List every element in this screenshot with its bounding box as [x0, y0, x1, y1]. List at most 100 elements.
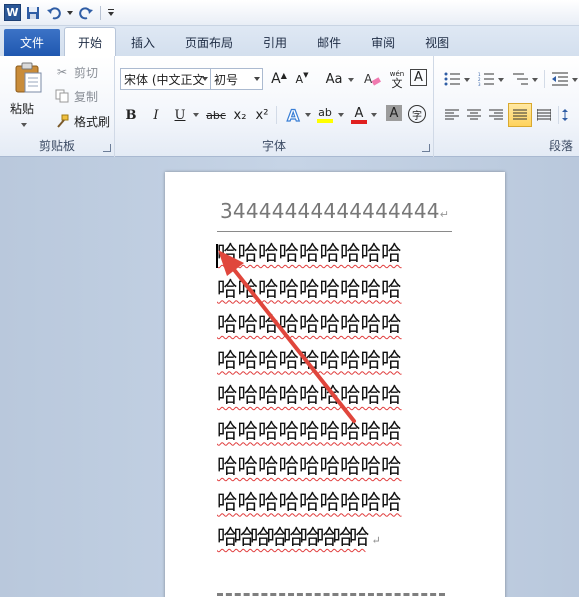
strikethrough-button[interactable]: abc: [203, 105, 229, 125]
decrease-indent-dropdown-icon[interactable]: [572, 78, 578, 82]
italic-icon: I: [153, 107, 159, 123]
text-line[interactable]: 哈哈哈哈哈哈哈哈哈: [217, 378, 457, 414]
text-line[interactable]: 哈哈哈哈哈哈哈哈哈: [217, 307, 457, 343]
text-effects-dropdown-icon[interactable]: [305, 113, 311, 117]
tab-review[interactable]: 审阅: [356, 29, 410, 56]
tab-mailings[interactable]: 邮件: [302, 29, 356, 56]
highlight-button[interactable]: ab: [314, 105, 336, 125]
numbering-dropdown-icon[interactable]: [498, 78, 504, 82]
tab-file[interactable]: 文件: [4, 29, 60, 56]
change-case-button[interactable]: Aa: [322, 69, 346, 89]
font-name-dropdown-icon[interactable]: [202, 77, 208, 81]
align-left-icon: [445, 109, 459, 120]
italic-button[interactable]: I: [146, 105, 166, 125]
multilevel-list-dropdown-icon[interactable]: [532, 78, 538, 82]
tab-references[interactable]: 引用: [248, 29, 302, 56]
align-center-button[interactable]: [464, 105, 484, 125]
line-spacing-icon: [562, 109, 568, 121]
enclose-characters-button[interactable]: 字: [408, 105, 426, 123]
phonetic-guide-button[interactable]: wén 文: [387, 69, 407, 89]
format-painter-button[interactable]: 格式刷: [54, 111, 110, 131]
font-size-dropdown-icon[interactable]: [254, 77, 260, 81]
align-right-icon: [489, 109, 503, 120]
character-shading-button[interactable]: A: [386, 105, 402, 121]
font-name-combo[interactable]: 宋体 (中文正文: [120, 68, 211, 90]
decrease-indent-button[interactable]: [550, 69, 570, 89]
font-group-label: 字体: [261, 139, 286, 153]
change-case-dropdown-icon[interactable]: [348, 78, 354, 82]
grow-font-icon: A: [271, 71, 281, 87]
character-border-button[interactable]: A: [410, 69, 427, 86]
clear-formatting-button[interactable]: A: [362, 69, 382, 89]
enclose-characters-icon: 字: [412, 110, 422, 122]
document-page[interactable]: 34444444444444444↵ 哈哈哈哈哈哈哈哈哈 哈哈哈哈哈哈哈哈哈 哈…: [165, 172, 505, 597]
font-size-combo[interactable]: 初号: [211, 68, 263, 90]
last-line-text: 哈哈哈哈哈哈哈哈哈: [217, 525, 369, 549]
text-line[interactable]: 哈哈哈哈哈哈哈哈哈: [217, 343, 457, 379]
font-row-separator: [276, 106, 277, 124]
svg-text:3: 3: [478, 82, 481, 86]
font-color-button[interactable]: A: [349, 105, 369, 125]
document-heading[interactable]: 34444444444444444↵: [220, 199, 449, 223]
paste-icon: [15, 62, 42, 93]
change-case-icon: Aa: [325, 71, 343, 87]
paste-dropdown-icon[interactable]: [21, 123, 27, 127]
highlight-dropdown-icon[interactable]: [338, 113, 344, 117]
next-page-content-cutoff: [217, 593, 445, 597]
customize-qat-icon[interactable]: [106, 4, 116, 22]
undo-dropdown-icon[interactable]: [66, 4, 74, 22]
bullets-dropdown-icon[interactable]: [464, 78, 470, 82]
underline-dropdown-icon[interactable]: [193, 113, 199, 117]
redo-icon[interactable]: [77, 4, 95, 22]
align-right-button[interactable]: [486, 105, 506, 125]
text-effects-button[interactable]: A: [284, 105, 304, 125]
text-line[interactable]: 哈哈哈哈哈哈哈哈哈: [217, 414, 457, 450]
text-line[interactable]: 哈哈哈哈哈哈哈哈哈: [217, 485, 457, 521]
word-app-icon[interactable]: W: [4, 4, 21, 21]
text-line[interactable]: 哈哈哈哈哈哈哈哈哈: [217, 236, 457, 272]
document-body[interactable]: 哈哈哈哈哈哈哈哈哈 哈哈哈哈哈哈哈哈哈 哈哈哈哈哈哈哈哈哈 哈哈哈哈哈哈哈哈哈 …: [217, 236, 457, 559]
justify-button[interactable]: [508, 103, 532, 127]
multilevel-list-button[interactable]: [510, 69, 530, 89]
paintbrush-icon: [54, 113, 70, 129]
bold-button[interactable]: B: [121, 105, 141, 125]
superscript-icon: x²: [255, 107, 269, 123]
bullets-button[interactable]: [442, 69, 462, 89]
character-shading-icon: A: [389, 105, 399, 121]
shrink-font-button[interactable]: A ▼: [292, 69, 312, 89]
save-icon[interactable]: [24, 4, 42, 22]
font-color-icon: A: [354, 105, 364, 121]
paste-label: 粘贴: [10, 102, 35, 116]
tab-page-layout[interactable]: 页面布局: [170, 29, 248, 56]
font-dialog-launcher[interactable]: [422, 144, 430, 152]
cut-button[interactable]: ✂ 剪切: [54, 62, 98, 82]
copy-button[interactable]: 复制: [54, 86, 98, 106]
text-line[interactable]: 哈哈哈哈哈哈哈哈哈: [217, 449, 457, 485]
copy-label: 复制: [74, 89, 99, 104]
last-line-paragraph-mark: ↵: [371, 534, 381, 547]
tab-view[interactable]: 视图: [410, 29, 464, 56]
align-left-button[interactable]: [442, 105, 462, 125]
tab-home[interactable]: 开始: [64, 27, 117, 56]
font-color-dropdown-icon[interactable]: [371, 113, 377, 117]
strikethrough-icon: abc: [206, 108, 226, 122]
undo-icon[interactable]: [45, 4, 63, 22]
text-line[interactable]: 哈哈哈哈哈哈哈哈哈: [217, 272, 457, 308]
clipboard-dialog-launcher[interactable]: [103, 144, 111, 152]
paste-button[interactable]: 粘贴: [6, 60, 48, 132]
superscript-button[interactable]: x²: [252, 105, 272, 125]
grow-font-button[interactable]: A ▲: [269, 69, 289, 89]
underline-button[interactable]: U: [170, 105, 190, 125]
distributed-button[interactable]: [534, 105, 554, 125]
document-area[interactable]: 34444444444444444↵ 哈哈哈哈哈哈哈哈哈 哈哈哈哈哈哈哈哈哈 哈…: [0, 157, 579, 597]
tab-insert[interactable]: 插入: [116, 29, 170, 56]
clear-formatting-icon: A: [364, 72, 381, 86]
subscript-button[interactable]: x₂: [230, 105, 250, 125]
heading-border-line: [217, 231, 452, 232]
ribbon-tabs: 文件 开始 插入 页面布局 引用 邮件 审阅 视图: [0, 26, 579, 56]
line-spacing-button[interactable]: [562, 105, 576, 125]
paragraph-group: 123 段落: [434, 56, 579, 157]
numbering-button[interactable]: 123: [476, 69, 496, 89]
multilevel-list-icon: [513, 73, 528, 85]
text-line-last[interactable]: 哈哈哈哈哈哈哈哈哈 ↵: [217, 520, 457, 559]
